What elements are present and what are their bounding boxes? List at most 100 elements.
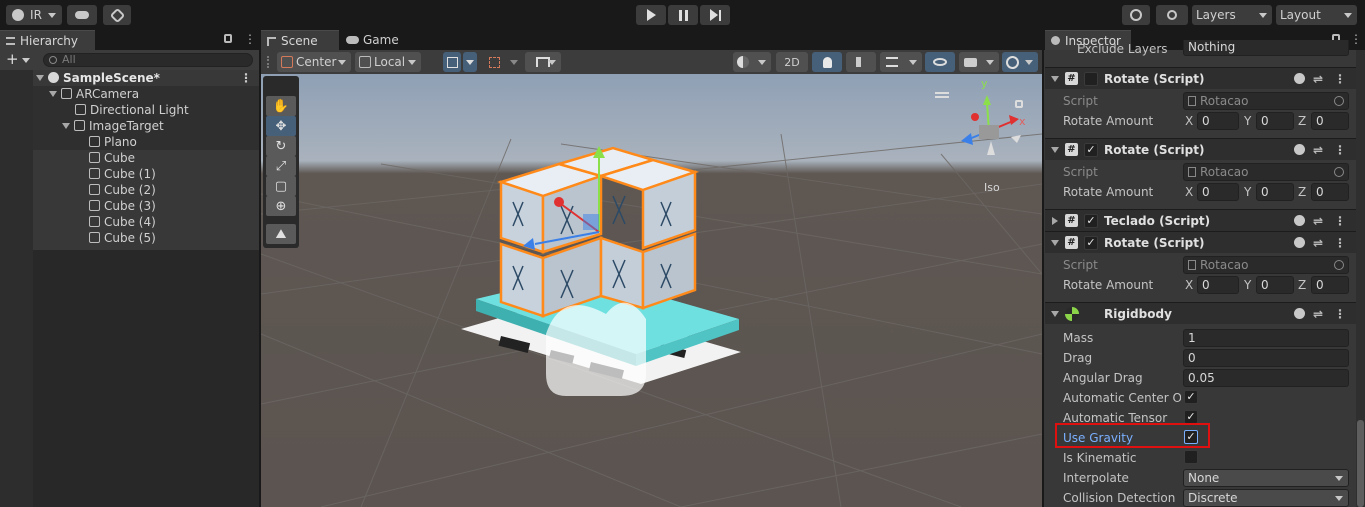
step-button[interactable] (700, 5, 730, 25)
script-field[interactable]: Rotacao (1183, 256, 1349, 274)
search-button[interactable] (1156, 5, 1188, 25)
help-icon[interactable] (1294, 308, 1305, 319)
preset-icon[interactable]: ⇌ (1313, 210, 1323, 232)
add-dropdown-icon[interactable] (22, 58, 30, 63)
shading-mode-dropdown[interactable] (733, 52, 771, 72)
ruler-dropdown[interactable] (525, 52, 561, 72)
exclude-layers-field[interactable]: Nothing (1183, 40, 1349, 56)
hand-tool[interactable]: ✋ (266, 96, 296, 116)
angular-drag-field[interactable]: 0.05 (1183, 369, 1349, 387)
list-item[interactable]: SampleScene* ⋮ (36, 70, 258, 86)
more-menu-icon[interactable]: ⋮ (244, 32, 256, 46)
list-item[interactable]: Cube (3) (89, 198, 156, 214)
rotate-x-field[interactable]: 0 (1197, 276, 1239, 294)
help-icon[interactable] (1294, 237, 1305, 248)
more-menu-icon[interactable]: ⋮ (1334, 139, 1346, 161)
rotate-y-field[interactable]: 0 (1256, 112, 1294, 130)
list-item[interactable]: ARCamera (49, 86, 139, 102)
rotate-z-field[interactable]: 0 (1311, 183, 1349, 201)
enable-checkbox[interactable]: ✓ (1084, 143, 1098, 157)
projection-label[interactable]: Iso (984, 181, 1000, 194)
rotate-z-field[interactable]: 0 (1311, 112, 1349, 130)
preset-icon[interactable]: ⇌ (1313, 139, 1323, 161)
mass-field[interactable]: 1 (1183, 329, 1349, 347)
scene-viewport[interactable]: ✋ ✥ ↻ ⤢ ▢ ⊕ ⛰ y x Iso (261, 74, 1042, 507)
object-picker-icon[interactable] (1334, 96, 1344, 106)
collision-detection-dropdown[interactable]: Discrete (1183, 489, 1349, 507)
auto-center-checkbox[interactable]: ✓ (1184, 390, 1198, 404)
more-menu-icon[interactable]: ⋮ (1350, 32, 1362, 46)
component-header[interactable]: # ✓ Rotate (Script) ⇌ ⋮ (1045, 138, 1356, 160)
component-header[interactable]: # Rotate (Script) ⇌ ⋮ (1045, 67, 1356, 89)
more-menu-icon[interactable]: ⋮ (240, 70, 252, 86)
script-field[interactable]: Rotacao (1183, 92, 1349, 110)
rigidbody-header[interactable]: Rigidbody ⇌ ⋮ (1045, 302, 1356, 324)
component-header[interactable]: # ✓ Teclado (Script) ⇌ ⋮ (1045, 209, 1356, 231)
hierarchy-search-input[interactable]: All (43, 53, 253, 67)
more-menu-icon[interactable]: ⋮ (1334, 232, 1346, 254)
pivot-center-dropdown[interactable]: Center (277, 52, 351, 72)
play-button[interactable] (636, 5, 666, 25)
custom-tool[interactable]: ⛰ (266, 224, 296, 244)
help-icon[interactable] (1294, 73, 1305, 84)
collab-button[interactable] (103, 5, 131, 25)
pause-button[interactable] (668, 5, 698, 25)
tab-scene[interactable]: Scene (261, 30, 339, 50)
gizmo-lock-icon[interactable] (1015, 100, 1023, 108)
lighting-toggle[interactable] (812, 52, 842, 72)
add-button[interactable]: + (6, 50, 19, 68)
grid-snap-dropdown[interactable] (463, 52, 477, 72)
snap-increment-dropdown[interactable] (507, 52, 521, 72)
rotate-y-field[interactable]: 0 (1256, 276, 1294, 294)
layers-dropdown[interactable]: Layers (1192, 5, 1272, 25)
list-item[interactable]: Cube (2) (89, 182, 156, 198)
interpolate-dropdown[interactable]: None (1183, 469, 1349, 487)
pivot-local-dropdown[interactable]: Local (355, 52, 421, 72)
rotate-y-field[interactable]: 0 (1256, 183, 1294, 201)
inspector-scrollbar[interactable] (1356, 50, 1365, 507)
rotate-x-field[interactable]: 0 (1197, 183, 1239, 201)
hidden-objects-toggle[interactable] (925, 52, 955, 72)
grid-snap-button[interactable] (443, 52, 461, 72)
is-kinematic-checkbox[interactable] (1184, 450, 1198, 464)
tab-game[interactable]: Game (341, 30, 399, 50)
help-icon[interactable] (1294, 215, 1305, 226)
list-item[interactable]: Directional Light (75, 102, 189, 118)
object-picker-icon[interactable] (1334, 167, 1344, 177)
layout-dropdown[interactable]: Layout (1276, 5, 1357, 25)
list-item[interactable]: Cube (1) (89, 166, 156, 182)
object-picker-icon[interactable] (1334, 260, 1344, 270)
help-icon[interactable] (1294, 144, 1305, 155)
account-dropdown[interactable]: IR (6, 5, 62, 25)
audio-toggle[interactable] (846, 52, 876, 72)
more-menu-icon[interactable]: ⋮ (1334, 68, 1346, 90)
effects-dropdown[interactable] (880, 52, 922, 72)
auto-tensor-checkbox[interactable]: ✓ (1184, 410, 1198, 424)
rect-tool[interactable]: ▢ (266, 176, 296, 196)
gizmo-menu-icon[interactable] (935, 92, 949, 98)
rotate-tool[interactable]: ↻ (266, 136, 296, 156)
history-button[interactable] (1122, 5, 1150, 25)
lock-icon[interactable] (224, 34, 232, 43)
script-field[interactable]: Rotacao (1183, 163, 1349, 181)
gizmos-dropdown[interactable] (1002, 52, 1038, 72)
rotate-x-field[interactable]: 0 (1197, 112, 1239, 130)
move-tool[interactable]: ✥ (266, 116, 296, 136)
camera-dropdown[interactable] (959, 52, 999, 72)
more-menu-icon[interactable]: ⋮ (1334, 210, 1346, 232)
enable-checkbox[interactable]: ✓ (1084, 214, 1098, 228)
list-item[interactable]: ImageTarget (62, 118, 164, 134)
rotate-z-field[interactable]: 0 (1311, 276, 1349, 294)
preset-icon[interactable]: ⇌ (1313, 232, 1323, 254)
snap-increment-button[interactable] (483, 52, 505, 72)
preset-icon[interactable]: ⇌ (1313, 68, 1323, 90)
preset-icon[interactable]: ⇌ (1313, 303, 1323, 325)
enable-checkbox[interactable] (1084, 72, 1098, 86)
list-item[interactable]: Plano (89, 134, 137, 150)
scale-tool[interactable]: ⤢ (266, 156, 296, 176)
component-header[interactable]: # ✓ Rotate (Script) ⇌ ⋮ (1045, 231, 1356, 253)
drag-field[interactable]: 0 (1183, 349, 1349, 367)
enable-checkbox[interactable]: ✓ (1084, 236, 1098, 250)
more-menu-icon[interactable]: ⋮ (1334, 303, 1346, 325)
cloud-button[interactable] (67, 5, 97, 25)
